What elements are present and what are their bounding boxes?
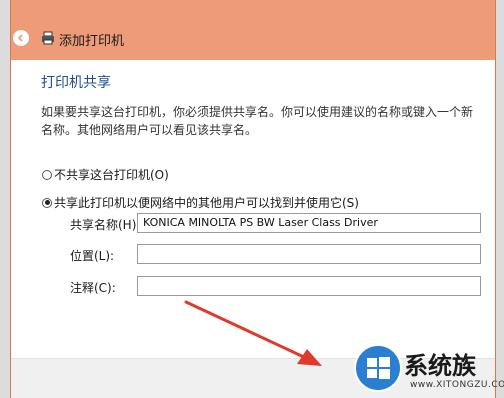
no-share-option[interactable]: 不共享这台打印机(O) [42,166,169,183]
share-radio[interactable] [42,197,52,208]
share-name-label: 共享名称(H): [70,218,141,232]
back-arrow-icon [17,34,23,42]
title-bar: 添加打印机 [11,0,495,60]
watermark-logo-icon [354,344,402,392]
add-printer-dialog: 添加打印机 打印机共享 如果要共享这台打印机，你必须提供共享名。你可以使用建议的… [10,0,496,398]
location-input[interactable] [137,244,481,264]
comment-label: 注释(C): [70,281,116,295]
watermark-url: www.XITONGZU.COM [410,380,504,390]
share-option[interactable]: 共享此打印机以便网络中的其他用户可以找到并使用它(S) [42,194,359,211]
share-name-input[interactable]: KONICA MINOLTA PS BW Laser Class Driver [137,213,481,233]
comment-input[interactable] [137,276,481,296]
section-heading: 打印机共享 [41,75,111,91]
site-watermark: 系统族 www.XITONGZU.COM [354,342,504,398]
no-share-label: 不共享这台打印机(O) [54,168,169,182]
back-button[interactable] [13,30,29,46]
share-label: 共享此打印机以便网络中的其他用户可以找到并使用它(S) [54,196,359,210]
window-title: 添加打印机 [59,34,125,49]
location-label: 位置(L): [70,249,115,263]
watermark-name: 系统族 [404,352,476,380]
background-left [0,0,10,398]
printer-icon [42,31,54,45]
no-share-radio[interactable] [42,169,52,180]
section-description: 如果要共享这台打印机，你必须提供共享名。你可以使用建议的名称或键入一个新名称。其… [41,105,474,137]
